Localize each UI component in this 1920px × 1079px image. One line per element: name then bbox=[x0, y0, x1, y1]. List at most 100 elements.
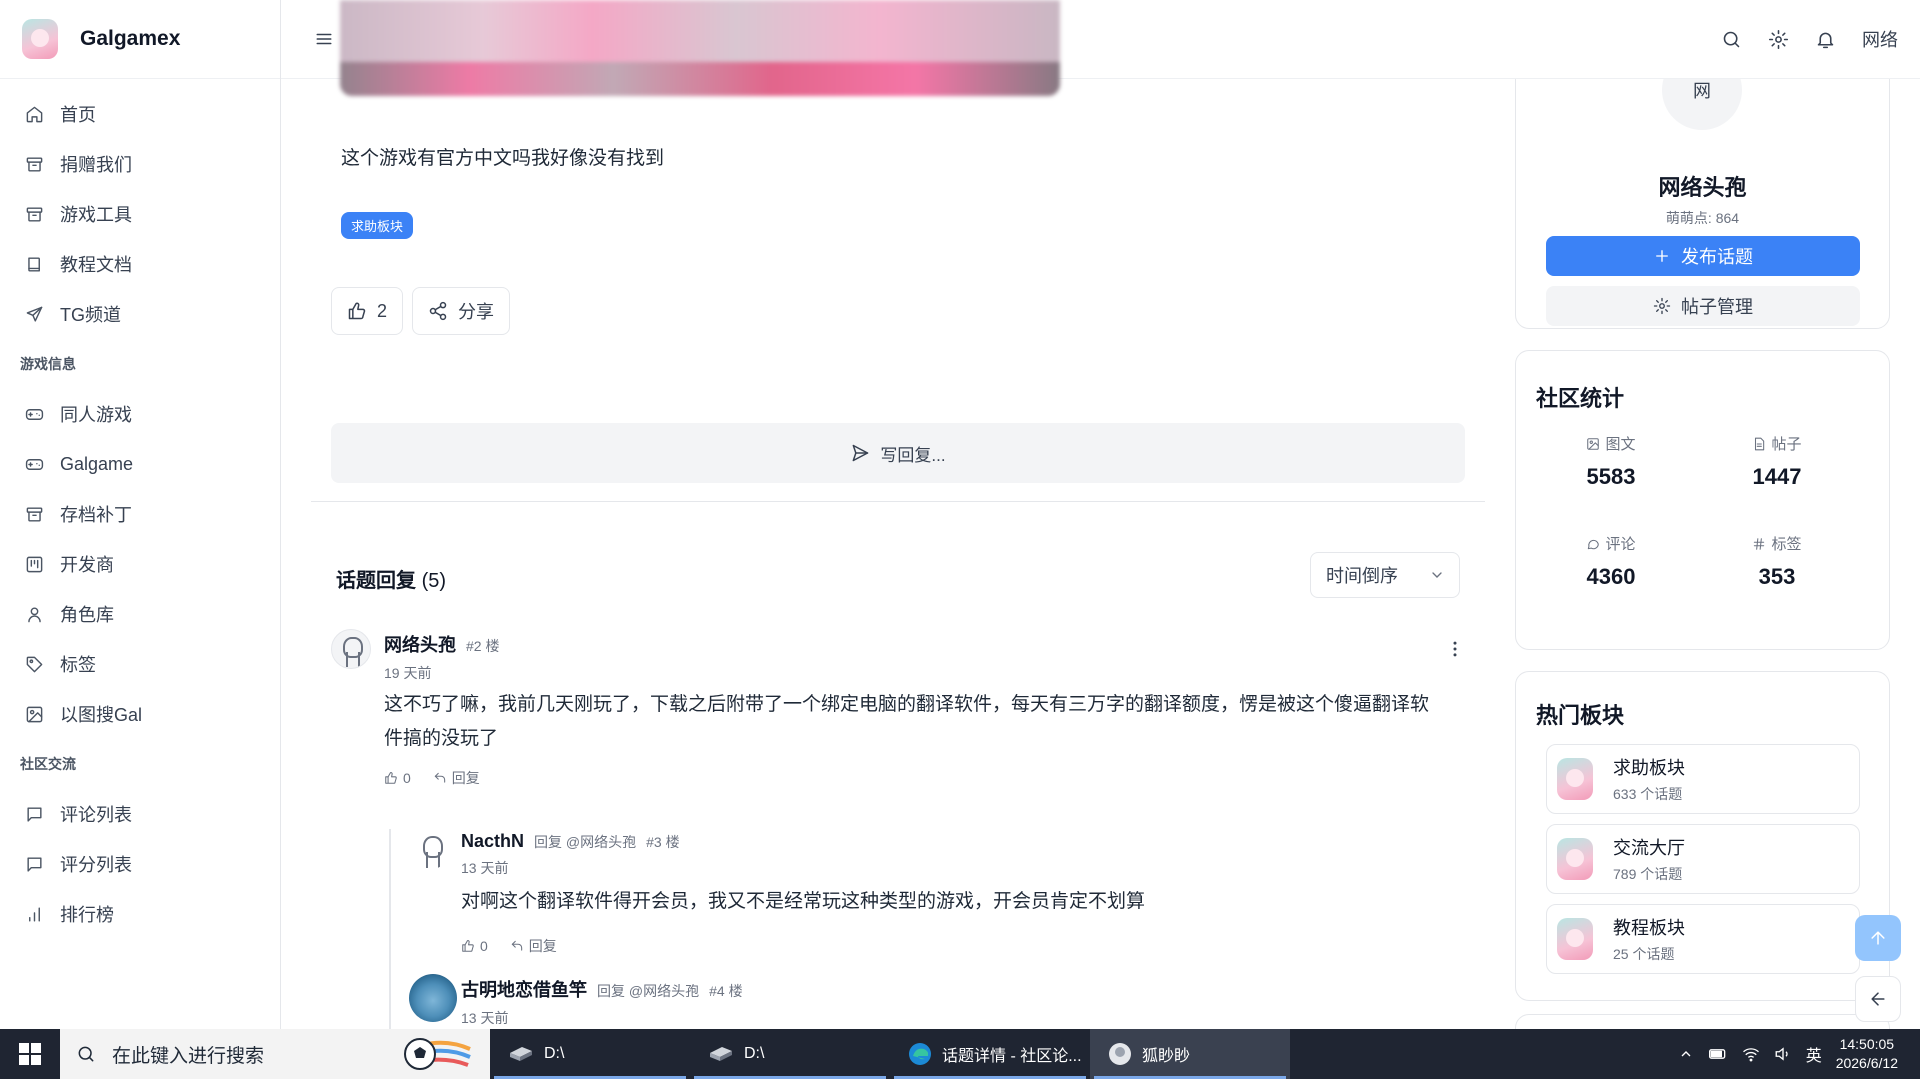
hot-title: 热门板块 bbox=[1536, 703, 1625, 728]
sidebar-item-comments[interactable]: 评论列表 bbox=[0, 789, 280, 839]
board-icon bbox=[1557, 758, 1593, 800]
comment-reply-to[interactable]: 回复 @网络头孢 bbox=[597, 981, 699, 1001]
sidebar-item-galgame[interactable]: Galgame bbox=[0, 439, 280, 489]
more-icon[interactable] bbox=[1445, 639, 1465, 659]
brand-logo bbox=[22, 19, 58, 59]
user-menu[interactable]: 网络 bbox=[1862, 26, 1898, 52]
sidebar-item-label: 标签 bbox=[60, 655, 96, 675]
publish-topic-button[interactable]: 发布话题 bbox=[1546, 236, 1860, 276]
taskbar-app-edge[interactable]: 话题详情 - 社区论... bbox=[890, 1029, 1090, 1079]
taskbar-app-explorer[interactable]: D:\ bbox=[690, 1029, 890, 1079]
ime-indicator[interactable]: 英 bbox=[1806, 1042, 1822, 1066]
message-icon bbox=[27, 806, 42, 822]
comment-like-count: 0 bbox=[403, 770, 411, 786]
stat-posts: 帖子 1447 bbox=[1707, 433, 1847, 490]
like-button[interactable]: 2 bbox=[331, 287, 404, 335]
sidebar-item-label: 游戏工具 bbox=[60, 205, 132, 225]
sidebar-item-docs[interactable]: 教程文档 bbox=[0, 239, 280, 289]
post-tag[interactable]: 求助板块 bbox=[341, 212, 414, 239]
comment-reply-button[interactable]: 回复 bbox=[433, 768, 480, 788]
sidebar-item-characters[interactable]: 角色库 bbox=[0, 589, 280, 639]
sidebar-item-image-search[interactable]: 以图搜Gal bbox=[0, 689, 280, 739]
avatar[interactable] bbox=[409, 974, 457, 1022]
brand[interactable]: Galgamex bbox=[0, 0, 280, 79]
comment-floor: #3 楼 bbox=[646, 834, 680, 850]
board-item[interactable]: 交流大厅 789 个话题 bbox=[1546, 824, 1860, 894]
comment-author[interactable]: 网络头孢 bbox=[384, 631, 456, 657]
avatar[interactable] bbox=[331, 629, 371, 669]
chevron-up-icon[interactable] bbox=[1678, 1046, 1694, 1062]
share-button[interactable]: 分享 bbox=[412, 287, 510, 335]
sidebar-item-label: TG频道 bbox=[60, 305, 121, 325]
sidebar-item-label: 排行榜 bbox=[60, 905, 114, 925]
tag-icon bbox=[26, 656, 43, 672]
comment-reply-button[interactable]: 回复 bbox=[510, 936, 557, 956]
share-label: 分享 bbox=[458, 302, 494, 322]
comment-reply-to[interactable]: 回复 @网络头孢 bbox=[534, 832, 636, 852]
sidebar-item-home[interactable]: 首页 bbox=[0, 89, 280, 139]
sidebar-item-ranking[interactable]: 排行榜 bbox=[0, 889, 280, 939]
avatar[interactable] bbox=[411, 829, 451, 869]
stats-title: 社区统计 bbox=[1536, 386, 1625, 411]
gamepad-icon bbox=[25, 458, 44, 470]
board-name: 教程板块 bbox=[1613, 918, 1685, 938]
thumbs-up-icon bbox=[348, 302, 366, 320]
image-icon bbox=[26, 706, 43, 722]
board-item[interactable]: 求助板块 633 个话题 bbox=[1546, 744, 1860, 814]
board-item[interactable]: 教程板块 25 个话题 bbox=[1546, 904, 1860, 974]
comment-author[interactable]: NacthN bbox=[461, 831, 524, 852]
gear-icon bbox=[1653, 297, 1671, 315]
bell-icon[interactable] bbox=[1815, 29, 1836, 50]
comment: 网络头孢 #2 楼 19 天前 这不巧了嘛，我前几天刚玩了，下载之后附带了一个绑… bbox=[331, 629, 1465, 789]
replies-count: (5) bbox=[421, 570, 447, 592]
comment: 古明地恋借鱼竿 回复 @网络头孢 #4 楼 13 天前 bbox=[409, 974, 1465, 1029]
profile-avatar[interactable]: 网 bbox=[1662, 79, 1742, 130]
gear-icon[interactable] bbox=[1768, 29, 1789, 50]
taskbar-search[interactable]: 在此键入进行搜索 bbox=[60, 1029, 490, 1079]
sort-select[interactable]: 时间倒序 bbox=[1310, 552, 1460, 598]
sidebar-item-label: 评论列表 bbox=[60, 805, 132, 825]
taskbar-app-explorer[interactable]: D:\ bbox=[490, 1029, 690, 1079]
clock[interactable]: 14:50:05 2026/6/12 bbox=[1836, 1035, 1898, 1073]
sidebar-item-donate[interactable]: 捐赠我们 bbox=[0, 139, 280, 189]
share-icon bbox=[429, 301, 447, 321]
menu-icon[interactable] bbox=[315, 30, 333, 48]
soccer-ball-icon bbox=[404, 1038, 471, 1070]
profile-name: 网络头孢 bbox=[1658, 175, 1747, 200]
sidebar-item-doujin[interactable]: 同人游戏 bbox=[0, 389, 280, 439]
sidebar-item-game-tools[interactable]: 游戏工具 bbox=[0, 189, 280, 239]
battery-icon[interactable] bbox=[1708, 1046, 1728, 1062]
scroll-top-button[interactable] bbox=[1855, 915, 1901, 961]
comment-like-button[interactable]: 0 bbox=[461, 938, 488, 954]
comment-like-button[interactable]: 0 bbox=[384, 770, 411, 786]
comment-body: 这不巧了嘛，我前几天刚玩了，下载之后附带了一个绑定电脑的翻译软件，每天有三万字的… bbox=[384, 694, 1430, 749]
sidebar-item-tg[interactable]: TG频道 bbox=[0, 289, 280, 339]
start-button[interactable] bbox=[0, 1029, 60, 1079]
sidebar-item-ratings[interactable]: 评分列表 bbox=[0, 839, 280, 889]
gamepad-icon bbox=[25, 408, 44, 420]
write-reply-label: 写回复... bbox=[880, 445, 946, 465]
wifi-icon[interactable] bbox=[1742, 1046, 1760, 1062]
manage-posts-button[interactable]: 帖子管理 bbox=[1546, 286, 1860, 326]
sidebar-item-tags[interactable]: 标签 bbox=[0, 639, 280, 689]
sort-label: 时间倒序 bbox=[1326, 566, 1398, 586]
arrow-left-icon bbox=[1871, 992, 1885, 1006]
stat-value: 1447 bbox=[1752, 464, 1802, 489]
taskbar-app-current[interactable]: 狐眇眇 bbox=[1090, 1029, 1290, 1079]
comment-body: 对啊这个翻译软件得开会员，我又不是经常玩这种类型的游戏，开会员肯定不划算 bbox=[461, 891, 1146, 912]
system-tray: 英 14:50:05 2026/6/12 bbox=[1678, 1035, 1920, 1073]
search-icon[interactable] bbox=[1721, 29, 1742, 50]
sidebar-item-patches[interactable]: 存档补丁 bbox=[0, 489, 280, 539]
back-button[interactable] bbox=[1855, 976, 1901, 1022]
hash-icon bbox=[1754, 537, 1765, 550]
app-avatar-icon bbox=[1109, 1043, 1131, 1065]
comment: NacthN 回复 @网络头孢 #3 楼 13 天前 对啊这个翻译软件得开会员，… bbox=[411, 829, 1465, 959]
write-reply-button[interactable]: 写回复... bbox=[331, 423, 1465, 483]
volume-icon[interactable] bbox=[1774, 1046, 1792, 1062]
sidebar-item-developers[interactable]: 开发商 bbox=[0, 539, 280, 589]
comment-author[interactable]: 古明地恋借鱼竿 bbox=[461, 976, 587, 1002]
hot-boards-card: 热门板块 求助板块 633 个话题 交流大厅 789 个话题 教程板块 25 个… bbox=[1515, 671, 1890, 1001]
taskbar-app-label: 狐眇眇 bbox=[1142, 1048, 1191, 1065]
windows-taskbar: 在此键入进行搜索 D:\ D:\ 话题详情 - 社区论... 狐眇眇 英 14:… bbox=[0, 1029, 1920, 1079]
sidebar-item-label: 教程文档 bbox=[60, 255, 132, 275]
